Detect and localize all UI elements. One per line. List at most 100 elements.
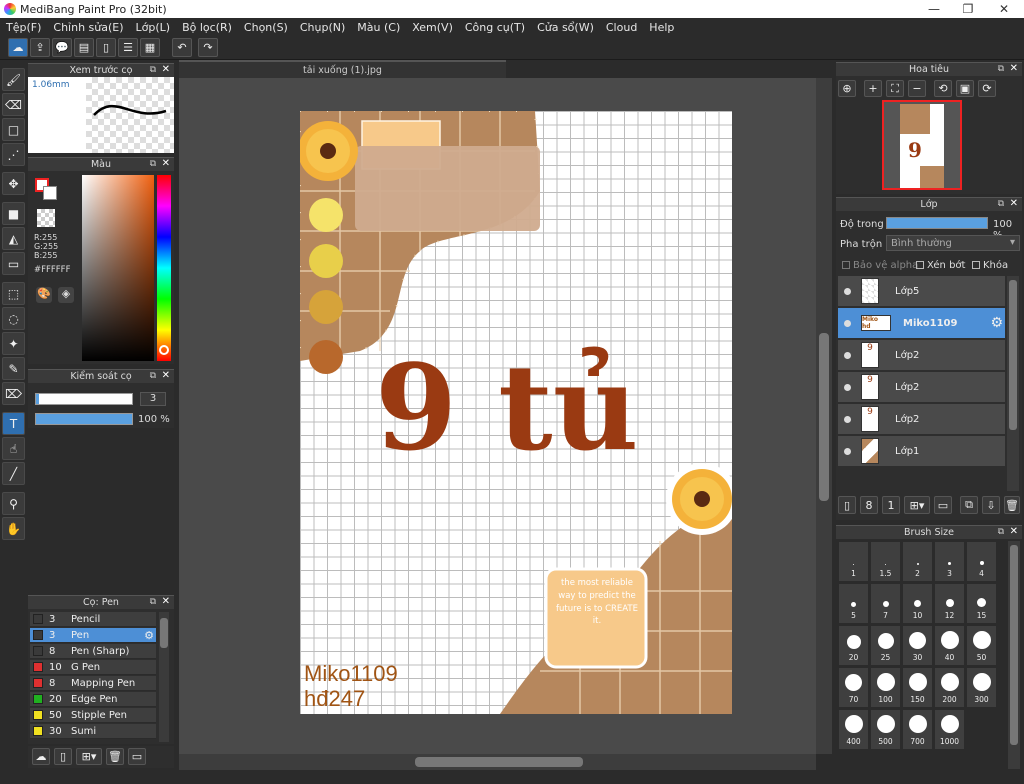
duplicate-layer-icon[interactable]: ⧉	[960, 496, 978, 514]
background-color-swatch[interactable]	[43, 186, 57, 200]
menu-edit[interactable]: Chỉnh sửa(E)	[47, 21, 129, 34]
gradient-tool-icon[interactable]: ▭	[2, 252, 25, 275]
brush-size-cell[interactable]: 1	[838, 541, 869, 582]
cloud-icon[interactable]: ☁	[8, 38, 28, 57]
zoom-icon[interactable]: ⊕	[838, 80, 856, 97]
undock-icon[interactable]: ⧉	[998, 64, 1004, 74]
upload-icon[interactable]: ⇪	[30, 38, 50, 57]
brush-size-cell[interactable]: 50	[966, 625, 997, 666]
new-halftone-layer-icon[interactable]: 8	[860, 496, 878, 514]
undock-icon[interactable]: ⧉	[998, 199, 1004, 209]
folder-icon[interactable]: ▭	[128, 748, 146, 765]
brush-size-value[interactable]: 3	[140, 392, 166, 406]
brush-size-cell[interactable]: 12	[934, 583, 965, 624]
reset-view-icon[interactable]: ▣	[956, 80, 974, 97]
layer-item[interactable]: 9 Lớp2	[838, 340, 1005, 371]
menu-window[interactable]: Cửa sổ(W)	[531, 21, 600, 34]
saturation-value-picker[interactable]	[82, 175, 154, 361]
magic-wand-icon[interactable]: ✦	[2, 332, 25, 355]
text-tool-icon[interactable]: T	[2, 412, 25, 435]
brush-size-cell[interactable]: 7	[870, 583, 901, 624]
panel-close-icon[interactable]: ✕	[1010, 198, 1018, 209]
layer-item[interactable]: 9 Lớp2	[838, 372, 1005, 403]
zoom-in-icon[interactable]: +	[864, 80, 882, 97]
undock-icon[interactable]: ⧉	[150, 597, 156, 607]
hue-slider[interactable]	[157, 175, 171, 361]
lasso-tool-icon[interactable]: ◌	[2, 307, 25, 330]
divide-tool-icon[interactable]: ╱	[2, 462, 25, 485]
maximize-button[interactable]: ❐	[950, 0, 986, 18]
visibility-eye-icon[interactable]	[844, 319, 851, 327]
menu-select[interactable]: Chọn(S)	[238, 21, 294, 34]
gear-icon[interactable]: ⚙	[144, 629, 154, 642]
list-item[interactable]: 8 Pen (Sharp)	[30, 644, 156, 659]
menu-cloud[interactable]: Cloud	[600, 21, 643, 34]
list-item[interactable]: 50 Stipple Pen	[30, 708, 156, 723]
menu-view[interactable]: Xem(V)	[406, 21, 459, 34]
menu-file[interactable]: Tệp(F)	[0, 21, 47, 34]
brush-size-cell[interactable]: 1.5	[870, 541, 901, 582]
document-tab[interactable]: tải xuống (1).jpg	[179, 60, 506, 78]
list-item[interactable]: 8 Mapping Pen	[30, 676, 156, 691]
brush-size-cell[interactable]: 5	[838, 583, 869, 624]
panel-close-icon[interactable]: ✕	[162, 370, 170, 381]
brush-size-cell[interactable]: 4	[966, 541, 997, 582]
layer-opacity-slider[interactable]	[886, 217, 988, 229]
brush-size-cell[interactable]: 700	[902, 709, 933, 750]
gear-icon[interactable]: ⚙	[990, 315, 1003, 331]
cloud-brush-icon[interactable]: ☁	[32, 748, 50, 765]
redo-icon[interactable]: ↷	[198, 38, 218, 57]
rotate-right-icon[interactable]: ⟳	[978, 80, 996, 97]
visibility-eye-icon[interactable]	[844, 351, 851, 359]
brush-tool-icon[interactable]: 🖌	[2, 68, 25, 91]
lock-checkbox[interactable]: Khóa	[972, 260, 1008, 271]
delete-layer-icon[interactable]: 🗑	[1004, 496, 1020, 514]
layer-item[interactable]: 9 Lớp2	[838, 404, 1005, 435]
menu-filter[interactable]: Bộ lọc(R)	[176, 21, 238, 34]
close-button[interactable]: ✕	[986, 0, 1022, 18]
brush-size-cell[interactable]: 300	[966, 667, 997, 708]
visibility-eye-icon[interactable]	[844, 447, 851, 455]
panel-close-icon[interactable]: ✕	[1010, 63, 1018, 74]
layer-item[interactable]: Miko hd Miko1109 ⚙	[838, 308, 1005, 339]
page-manage-icon[interactable]: ▦	[140, 38, 160, 57]
brush-size-cell[interactable]: 400	[838, 709, 869, 750]
menu-help[interactable]: Help	[643, 21, 680, 34]
list-item[interactable]: 3 Pen ⚙	[30, 628, 156, 643]
brush-size-cell[interactable]: 70	[838, 667, 869, 708]
merge-layer-icon[interactable]: ⇩	[982, 496, 1000, 514]
eraser-tool-icon[interactable]: ⌫	[2, 93, 25, 116]
brush-opacity-slider[interactable]	[35, 413, 133, 425]
brush-size-cell[interactable]: 500	[870, 709, 901, 750]
transparent-color-swatch[interactable]	[37, 209, 55, 227]
artwork-page[interactable]: 9 tủ the most reliable way to predict th…	[300, 111, 732, 714]
panel-close-icon[interactable]: ✕	[1010, 526, 1018, 537]
panel-close-icon[interactable]: ✕	[162, 64, 170, 75]
bucket-tool-icon[interactable]: ◭	[2, 227, 25, 250]
panel-close-icon[interactable]: ✕	[162, 596, 170, 607]
canvas-horizontal-scrollbar[interactable]	[179, 754, 816, 770]
rectangle-tool-icon[interactable]: □	[2, 118, 25, 141]
speech-bubble-icon[interactable]: 💬	[52, 38, 72, 57]
brush-size-cell[interactable]: 100	[870, 667, 901, 708]
new-layer-icon[interactable]: ▯	[838, 496, 856, 514]
new-brush-icon[interactable]: ▯	[54, 748, 72, 765]
brush-size-slider[interactable]	[35, 393, 133, 405]
menu-tools[interactable]: Công cụ(T)	[459, 21, 531, 34]
brush-size-cell[interactable]: 200	[934, 667, 965, 708]
brush-size-cell[interactable]: 25	[870, 625, 901, 666]
clipping-checkbox[interactable]: Xén bớt	[916, 260, 965, 271]
add-brush-icon[interactable]: ⊞▾	[76, 748, 102, 765]
brush-size-scrollbar[interactable]	[1008, 541, 1020, 769]
rotate-left-icon[interactable]: ⟲	[934, 80, 952, 97]
page-icon[interactable]: ▯	[96, 38, 116, 57]
layers-scrollbar[interactable]	[1007, 276, 1019, 491]
brush-size-cell[interactable]: 30	[902, 625, 933, 666]
layer-item[interactable]: Lớp1	[838, 436, 1005, 467]
zoom-out-icon[interactable]: −	[908, 80, 926, 97]
select-pen-icon[interactable]: ✎	[2, 357, 25, 380]
brush-size-cell[interactable]: 1000	[934, 709, 965, 750]
fill-rect-tool-icon[interactable]: ■	[2, 202, 25, 225]
protect-alpha-checkbox[interactable]: Bảo vệ alpha	[842, 260, 918, 271]
list-item[interactable]: 10 G Pen	[30, 660, 156, 675]
